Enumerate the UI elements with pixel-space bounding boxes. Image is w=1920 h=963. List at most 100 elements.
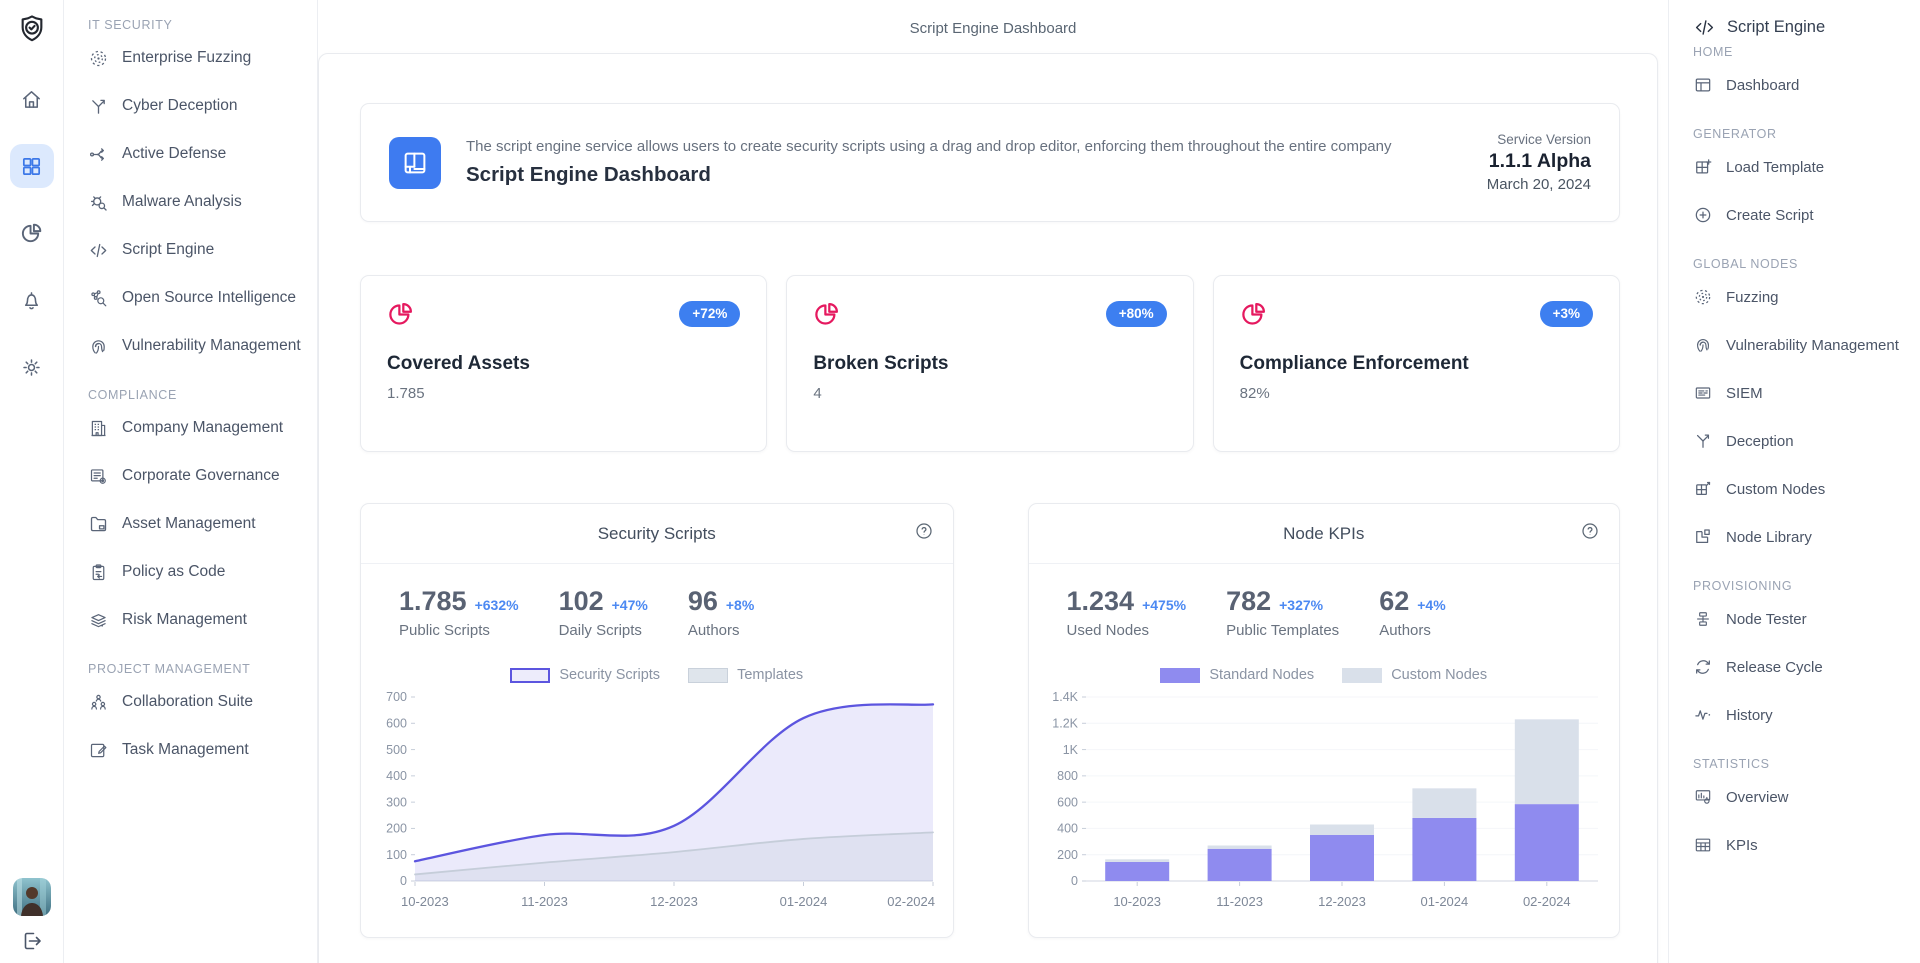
rightbar-item-vulnerability-management[interactable]: Vulnerability Management [1693, 321, 1914, 369]
rightbar-section-title: GENERATOR [1693, 127, 1914, 141]
cycle-icon [1693, 657, 1713, 677]
sidebar-item-open-source-intelligence[interactable]: Open Source Intelligence [88, 274, 309, 322]
rightbar-section-statistics: STATISTICSOverviewKPIs [1693, 757, 1914, 869]
chart-title: Node KPIs [1029, 524, 1620, 544]
sidebar-item-policy-as-code[interactable]: Policy as Code [88, 548, 309, 596]
stat-card-title: Compliance Enforcement [1240, 353, 1593, 375]
right-sidebar: Script Engine HOME Dashboard GENERATOR Load… [1668, 0, 1920, 963]
bell-icon [20, 289, 43, 312]
chart-stat-value: 96 [688, 586, 718, 617]
chart-stat-value: 62 [1379, 586, 1409, 617]
nav-item-label: Active Defense [122, 145, 226, 163]
help-circle-icon[interactable] [914, 521, 934, 541]
user-avatar[interactable] [13, 878, 51, 916]
chart-stat-authors: 62 +4% Authors [1379, 586, 1445, 639]
right-sidebar-header: Script Engine [1693, 16, 1914, 39]
sidebar-item-asset-management[interactable]: Asset Management [88, 500, 309, 548]
chart-stat-label: Authors [1379, 622, 1445, 639]
chart-card-security-scripts: Security Scripts 1.785+632%Public Script… [360, 503, 954, 938]
rightbar-item-custom-nodes[interactable]: Custom Nodes [1693, 465, 1914, 513]
legend-swatch [510, 668, 550, 683]
rightbar-item-history[interactable]: History [1693, 691, 1914, 739]
stat-card-compliance-enforcement: +3%Compliance Enforcement82% [1213, 275, 1620, 452]
svg-text:02-2024: 02-2024 [887, 894, 935, 909]
rightbar-section-generator: GENERATOR Load Template Create Script [1693, 127, 1914, 239]
chart-stat-delta: +8% [726, 597, 754, 613]
chart-stat-label: Authors [688, 622, 754, 639]
sidebar-item-active-defense[interactable]: Active Defense [88, 130, 309, 178]
gear-icon [20, 356, 43, 379]
chart-stats: 1.785+632%Public Scripts102+47%Daily Scr… [361, 586, 953, 639]
stat-cards-row: +72%Covered Assets1.785+80%Broken Script… [360, 275, 1620, 452]
rail-analytics-button[interactable] [10, 211, 54, 255]
rightbar-item-release-cycle[interactable]: Release Cycle [1693, 643, 1914, 691]
rightbar-item-siem[interactable]: SIEM [1693, 369, 1914, 417]
grid-edit-icon [1693, 479, 1713, 499]
sidebar-item-enterprise-fuzzing[interactable]: Enterprise Fuzzing [88, 34, 309, 82]
svg-text:600: 600 [1057, 795, 1078, 809]
svg-text:200: 200 [1057, 848, 1078, 862]
rail-settings-button[interactable] [10, 345, 54, 389]
legend-item-security-scripts[interactable]: Security Scripts [510, 667, 660, 683]
pie-chart-icon [387, 301, 414, 328]
legend-item-custom-nodes[interactable]: Custom Nodes [1342, 667, 1487, 683]
svg-text:100: 100 [386, 848, 407, 862]
osint-icon [88, 288, 109, 309]
board-icon [1693, 787, 1713, 807]
rightbar-item-overview[interactable]: Overview [1693, 773, 1914, 821]
nav-item-label: Dashboard [1726, 77, 1799, 94]
stat-card-top: +3% [1240, 301, 1593, 328]
sidebar-section-title: COMPLIANCE [88, 388, 309, 402]
people-icon [88, 692, 109, 713]
rightbar-item-load-template[interactable]: Load Template [1693, 143, 1914, 191]
sidebar-item-collaboration-suite[interactable]: Collaboration Suite [88, 678, 309, 726]
svg-text:11-2023: 11-2023 [1216, 894, 1263, 909]
rightbar-item-create-script[interactable]: Create Script [1693, 191, 1914, 239]
nav-item-label: Load Template [1726, 159, 1824, 176]
chart-stat-authors: 96 +8% Authors [688, 586, 754, 639]
rightbar-section-title: HOME [1693, 45, 1914, 59]
pie-chart-icon [813, 301, 840, 328]
node-kpis-chart: 02004006008001K1.2K1.4K10-202311-202312-… [1044, 689, 1604, 913]
app-logo[interactable] [16, 13, 48, 45]
rail-home-button[interactable] [10, 77, 54, 121]
rail-notifications-button[interactable] [10, 278, 54, 322]
rightbar-item-deception[interactable]: Deception [1693, 417, 1914, 465]
sidebar-item-vulnerability-management[interactable]: Vulnerability Management [88, 322, 309, 370]
chart-stat-label: Public Templates [1226, 622, 1339, 639]
code-icon [88, 240, 109, 261]
rightbar-item-node-tester[interactable]: Node Tester [1693, 595, 1914, 643]
sidebar-item-malware-analysis[interactable]: Malware Analysis [88, 178, 309, 226]
svg-text:300: 300 [386, 795, 407, 809]
nav-item-label: Cyber Deception [122, 97, 237, 115]
svg-text:10-2023: 10-2023 [1113, 894, 1161, 909]
svg-text:12-2023: 12-2023 [650, 894, 698, 909]
nav-item-label: Risk Management [122, 611, 247, 629]
nav-item-label: Fuzzing [1726, 289, 1779, 306]
rightbar-item-kpis[interactable]: KPIs [1693, 821, 1914, 869]
logout-button[interactable] [20, 929, 44, 953]
sidebar-item-corporate-governance[interactable]: Corporate Governance [88, 452, 309, 500]
sidebar-item-company-management[interactable]: Company Management [88, 404, 309, 452]
rightbar-item-fuzzing[interactable]: Fuzzing [1693, 273, 1914, 321]
rail-dashboard-button[interactable] [10, 144, 54, 188]
nav-item-label: Vulnerability Management [122, 337, 301, 355]
chart-stat-value: 1.234 [1067, 586, 1135, 617]
nav-item-label: Malware Analysis [122, 193, 242, 211]
sidebar-item-script-engine[interactable]: Script Engine [88, 226, 309, 274]
svg-text:600: 600 [386, 716, 407, 730]
help-circle-icon[interactable] [1580, 521, 1600, 541]
legend-item-templates[interactable]: Templates [688, 667, 803, 683]
chart-stat-delta: +4% [1417, 597, 1445, 613]
svg-text:01-2024: 01-2024 [1420, 894, 1468, 909]
svg-text:1.2K: 1.2K [1052, 716, 1078, 730]
nav-item-label: Company Management [122, 419, 283, 437]
rightbar-item-dashboard[interactable]: Dashboard [1693, 61, 1914, 109]
sidebar-item-task-management[interactable]: Task Management [88, 726, 309, 774]
rightbar-item-node-library[interactable]: Node Library [1693, 513, 1914, 561]
grid-icon [20, 155, 43, 178]
legend-item-standard-nodes[interactable]: Standard Nodes [1160, 667, 1314, 683]
svg-text:0: 0 [1071, 874, 1078, 888]
sidebar-item-risk-management[interactable]: Risk Management [88, 596, 309, 644]
sidebar-item-cyber-deception[interactable]: Cyber Deception [88, 82, 309, 130]
